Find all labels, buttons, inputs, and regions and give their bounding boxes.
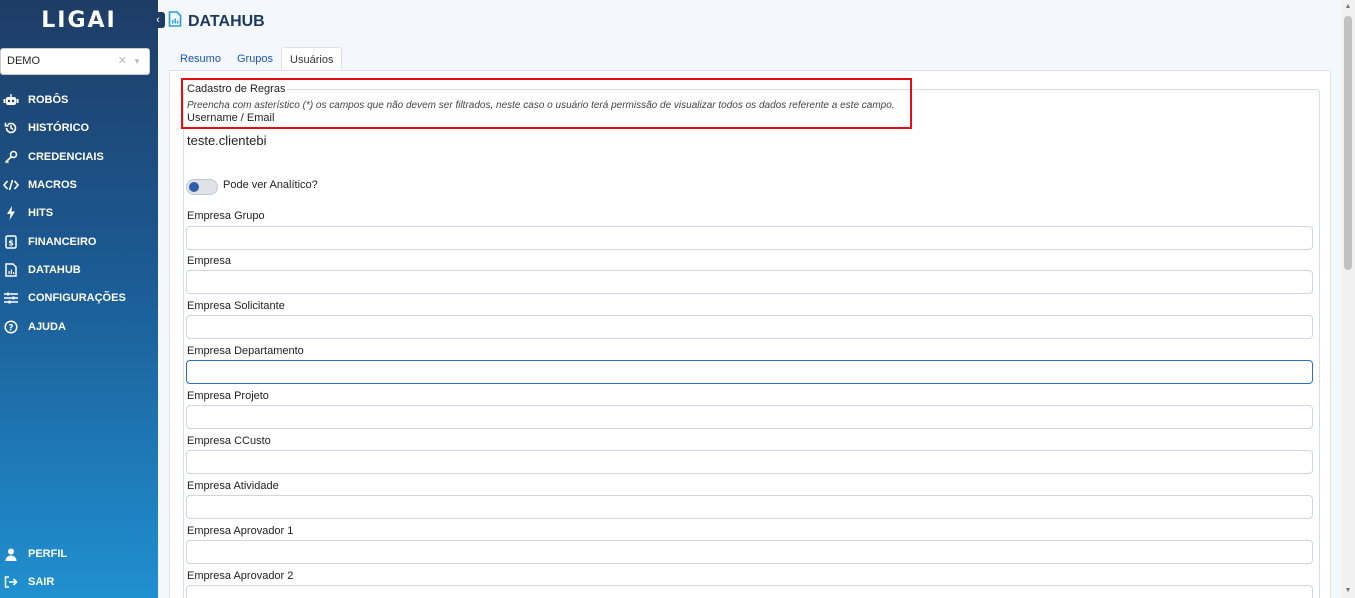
invoice-icon: $ bbox=[3, 234, 19, 249]
bolt-icon bbox=[3, 206, 19, 221]
empresa-aprovador-2-input[interactable] bbox=[186, 585, 1313, 598]
organization-select[interactable]: DEMO ✕ ▼ bbox=[0, 48, 150, 75]
page-scrollbar[interactable]: ▲ ▼ bbox=[1341, 0, 1355, 598]
sidebar-item-label: ROBÔS bbox=[28, 94, 69, 107]
analitico-toggle-label: Pode ver Analítico? bbox=[223, 179, 318, 191]
sidebar-item-configuracoes[interactable]: CONFIGURAÇÕES bbox=[0, 284, 158, 312]
field-label-empresa-solicitante: Empresa Solicitante bbox=[187, 300, 285, 312]
sidebar-item-label: SAIR bbox=[28, 576, 55, 589]
sidebar-item-macros[interactable]: MACROS bbox=[0, 171, 158, 199]
logo-text: LIGAI bbox=[41, 8, 117, 33]
sidebar-item-hits[interactable]: HITS bbox=[0, 199, 158, 227]
scroll-down-icon[interactable]: ▼ bbox=[1344, 587, 1352, 595]
sidebar: LIGAI ‹ DEMO ✕ ▼ ROBÔS HISTÓRICO CREDENC… bbox=[0, 0, 165, 598]
sidebar-item-datahub[interactable]: DATAHUB bbox=[0, 256, 158, 284]
code-icon bbox=[3, 178, 19, 192]
sidebar-item-robos[interactable]: ROBÔS bbox=[0, 86, 158, 114]
sidebar-item-label: FINANCEIRO bbox=[28, 235, 97, 248]
file-chart-icon bbox=[3, 263, 19, 277]
field-label-empresa-atividade: Empresa Atividade bbox=[187, 480, 279, 492]
highlight-box bbox=[181, 78, 912, 129]
page-title: DATAHUB bbox=[168, 11, 265, 32]
svg-text:$: $ bbox=[8, 238, 14, 247]
field-label-empresa-ccusto: Empresa CCusto bbox=[187, 435, 271, 447]
field-label-empresa-aprovador-2: Empresa Aprovador 2 bbox=[187, 570, 294, 582]
field-label-empresa-grupo: Empresa Grupo bbox=[187, 210, 265, 222]
app-logo[interactable]: LIGAI bbox=[0, 8, 158, 33]
history-icon bbox=[3, 121, 19, 135]
field-label-empresa: Empresa bbox=[187, 255, 232, 267]
field-label-empresa-departamento: Empresa Departamento bbox=[187, 345, 304, 357]
user-icon bbox=[3, 547, 19, 561]
empresa-grupo-input[interactable] bbox=[186, 226, 1313, 250]
field-label-empresa-projeto: Empresa Projeto bbox=[187, 390, 269, 402]
sidebar-item-label: HITS bbox=[28, 207, 54, 220]
sidebar-item-perfil[interactable]: PERFIL bbox=[0, 540, 158, 568]
sliders-icon bbox=[3, 291, 19, 305]
tab-bar: Resumo Grupos Usuários bbox=[172, 47, 343, 71]
empresa-aprovador-1-input[interactable] bbox=[186, 540, 1313, 564]
analitico-toggle[interactable] bbox=[186, 179, 218, 195]
chevron-down-icon[interactable]: ▼ bbox=[133, 49, 141, 74]
clear-selection-icon[interactable]: ✕ bbox=[118, 49, 127, 74]
sidebar-item-label: CONFIGURAÇÕES bbox=[28, 292, 126, 305]
toggle-knob bbox=[189, 182, 199, 192]
sidebar-item-label: DATAHUB bbox=[28, 263, 81, 276]
svg-text:?: ? bbox=[9, 323, 14, 333]
field-label-empresa-aprovador-1: Empresa Aprovador 1 bbox=[187, 525, 294, 537]
help-circle-icon: ? bbox=[3, 319, 19, 334]
rules-fieldset bbox=[183, 89, 1320, 598]
empresa-projeto-input[interactable] bbox=[186, 405, 1313, 429]
sidebar-item-label: CREDENCIAIS bbox=[28, 150, 104, 163]
page-title-text: DATAHUB bbox=[188, 12, 265, 30]
empresa-departamento-input[interactable] bbox=[186, 360, 1313, 384]
sidebar-nav: ROBÔS HISTÓRICO CREDENCIAIS MACROS HITS bbox=[0, 86, 158, 341]
sidebar-item-label: AJUDA bbox=[28, 320, 66, 333]
scroll-up-icon[interactable]: ▲ bbox=[1344, 3, 1352, 11]
sidebar-item-label: MACROS bbox=[28, 179, 77, 192]
sidebar-item-financeiro[interactable]: $ FINANCEIRO bbox=[0, 227, 158, 255]
username-value: teste.clientebi bbox=[187, 133, 267, 148]
robot-icon bbox=[3, 93, 19, 107]
organization-select-value: DEMO bbox=[7, 55, 40, 67]
sidebar-item-ajuda[interactable]: ? AJUDA bbox=[0, 312, 158, 340]
scrollbar-thumb[interactable] bbox=[1344, 16, 1352, 270]
sidebar-bottom-nav: PERFIL SAIR bbox=[0, 540, 158, 597]
tab-resumo[interactable]: Resumo bbox=[172, 47, 229, 71]
logout-icon bbox=[3, 575, 19, 589]
empresa-input[interactable] bbox=[186, 270, 1313, 294]
sidebar-item-credenciais[interactable]: CREDENCIAIS bbox=[0, 143, 158, 171]
empresa-ccusto-input[interactable] bbox=[186, 450, 1313, 474]
file-chart-icon bbox=[168, 11, 182, 32]
sidebar-item-label: HISTÓRICO bbox=[28, 122, 90, 135]
sidebar-item-label: PERFIL bbox=[28, 548, 68, 561]
empresa-atividade-input[interactable] bbox=[186, 495, 1313, 519]
empresa-solicitante-input[interactable] bbox=[186, 315, 1313, 339]
sidebar-item-historico[interactable]: HISTÓRICO bbox=[0, 114, 158, 142]
tab-grupos[interactable]: Grupos bbox=[229, 47, 281, 71]
tab-usuarios[interactable]: Usuários bbox=[281, 47, 343, 71]
sidebar-item-sair[interactable]: SAIR bbox=[0, 568, 158, 596]
key-icon bbox=[3, 150, 19, 164]
